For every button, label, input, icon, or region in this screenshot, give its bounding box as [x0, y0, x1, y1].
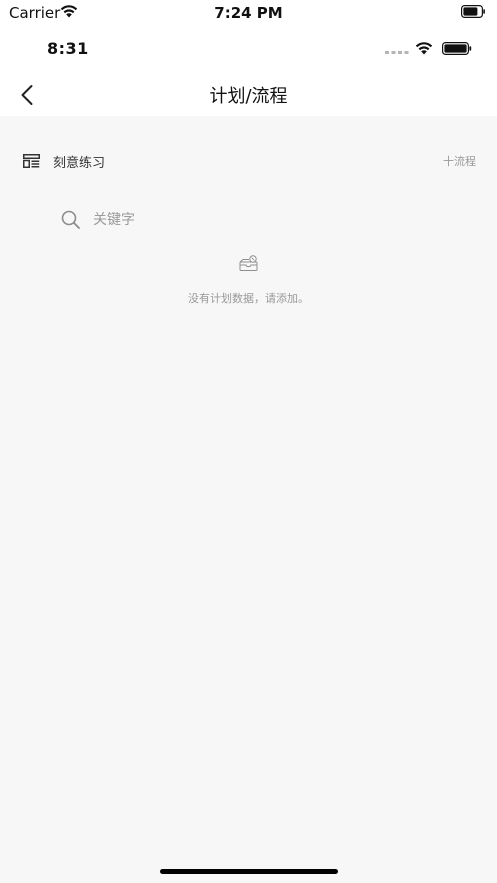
signal-dots-icon: [385, 51, 409, 54]
navigation-bar: 计划/流程: [0, 72, 497, 116]
add-flow-button[interactable]: 十流程: [443, 153, 476, 169]
search-bar: [56, 204, 456, 236]
layout-icon: [23, 154, 40, 168]
page-title: 计划/流程: [209, 86, 288, 107]
wifi-icon: [415, 42, 433, 55]
battery-icon: [442, 42, 472, 55]
simulator-status-bar: Carrier 7:24 PM: [0, 0, 497, 26]
simulator-time: 7:24 PM: [214, 4, 283, 22]
empty-state-message: 没有计划数据，请添加。: [188, 292, 309, 305]
home-indicator[interactable]: [160, 869, 338, 874]
search-input[interactable]: [93, 212, 393, 228]
section-title: 刻意练习: [53, 156, 106, 171]
empty-tray-icon: [239, 255, 258, 271]
search-icon: [61, 210, 80, 229]
battery-icon: [461, 5, 485, 18]
app-status-bar: 8:31: [0, 34, 497, 64]
section-header: 刻意练习 十流程: [0, 146, 497, 176]
app-time: 8:31: [47, 39, 89, 58]
